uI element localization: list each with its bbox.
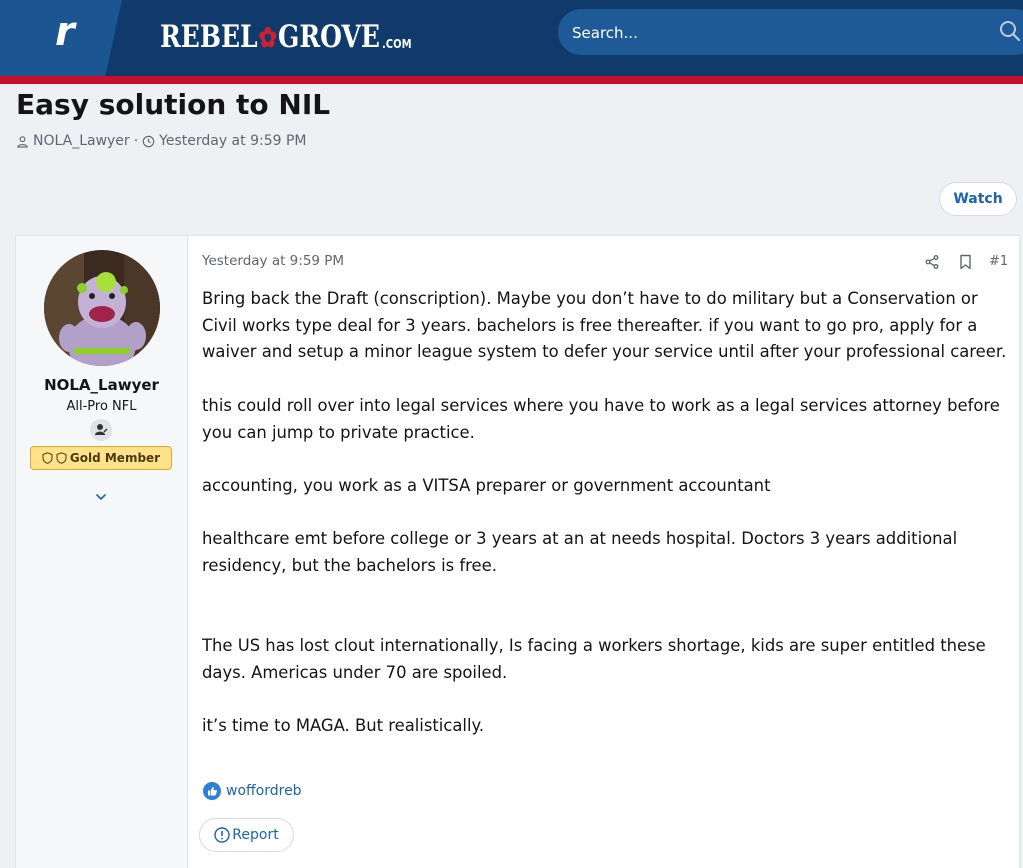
page-title: Easy solution to NIL <box>16 88 331 121</box>
search-input[interactable] <box>570 9 974 57</box>
brand-flame-icon: ✿ <box>258 21 278 55</box>
avatar-image <box>44 250 160 366</box>
logo-tile[interactable]: r <box>0 0 122 78</box>
user-icon <box>17 135 28 148</box>
clock-icon <box>142 135 155 147</box>
bookmark-icon[interactable] <box>958 254 973 270</box>
shield-icon <box>56 452 67 464</box>
search-box <box>558 9 1023 57</box>
avatar[interactable] <box>44 250 160 366</box>
alert-icon <box>214 827 230 843</box>
post-username[interactable]: NOLA_Lawyer <box>16 376 187 394</box>
brand-suffix: .COM <box>381 38 412 52</box>
post-body: Bring back the Draft (conscription). May… <box>202 286 1007 740</box>
post-paragraph: healthcare emt before college or 3 years… <box>202 529 958 575</box>
post: NOLA_Lawyer All-Pro NFL Gold Member Yest… <box>15 235 1020 868</box>
report-button[interactable]: Report <box>199 818 294 852</box>
site-header: r REBEL ✿ GROVE .COM <box>0 0 1023 78</box>
banner-label: Gold Member <box>69 451 161 465</box>
chevron-down-icon[interactable] <box>94 490 108 504</box>
logo-letter: r <box>55 9 75 55</box>
user-title: All-Pro NFL <box>66 399 137 414</box>
shield-icon <box>42 452 53 464</box>
thread-author[interactable]: NOLA_Lawyer <box>33 133 130 149</box>
post-user-panel: NOLA_Lawyer All-Pro NFL Gold Member <box>16 236 188 868</box>
header-accent-bar <box>0 76 1023 84</box>
user-role-icon <box>90 419 112 441</box>
brand-text-left: REBEL <box>160 18 258 55</box>
user-banner: Gold Member <box>30 446 172 470</box>
meta-separator: · <box>133 133 139 149</box>
watch-button[interactable]: Watch <box>939 182 1017 216</box>
post-paragraph: this could roll over into legal services… <box>202 395 1000 442</box>
post-date[interactable]: Yesterday at 9:59 PM <box>202 253 344 269</box>
reaction-summary[interactable]: woffordreb <box>203 782 302 800</box>
search-icon[interactable] <box>998 19 1022 43</box>
reaction-user[interactable]: woffordreb <box>226 783 302 799</box>
post-number[interactable]: #1 <box>989 254 1008 269</box>
like-icon <box>203 782 221 800</box>
post-paragraph: accounting, you work as a VITSA preparer… <box>202 475 771 495</box>
post-paragraph: Bring back the Draft (conscription). May… <box>202 289 1007 362</box>
site-brand[interactable]: REBEL ✿ GROVE .COM <box>160 18 412 54</box>
share-icon[interactable] <box>924 254 940 270</box>
thread-meta: NOLA_Lawyer · Yesterday at 9:59 PM <box>16 133 306 149</box>
post-paragraph: The US has lost clout internationally, I… <box>202 636 986 682</box>
brand-text-right: GROVE <box>278 18 380 55</box>
thread-time[interactable]: Yesterday at 9:59 PM <box>159 133 306 149</box>
post-paragraph: it’s time to MAGA. But realistically. <box>202 716 485 736</box>
post-main: Yesterday at 9:59 PM #1 Bring back the D… <box>188 236 1019 868</box>
report-label: Report <box>232 827 279 843</box>
